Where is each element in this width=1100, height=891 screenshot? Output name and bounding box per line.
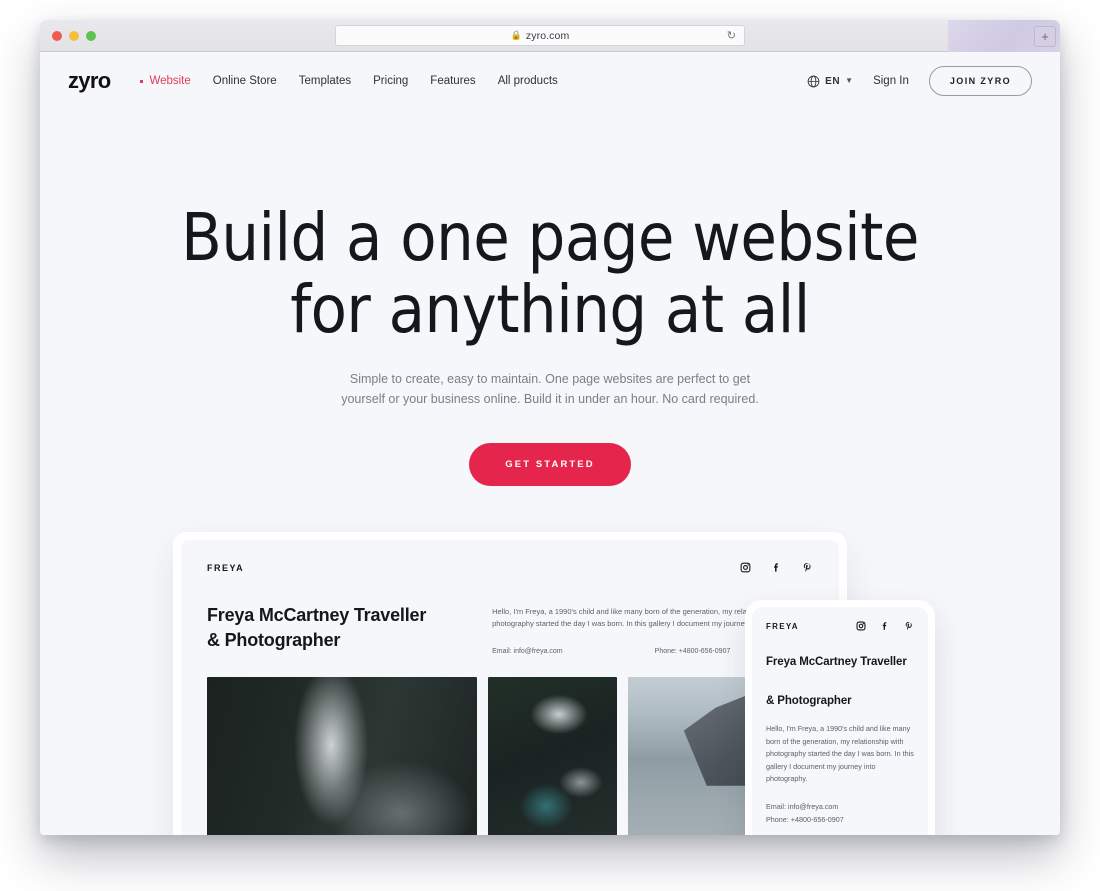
mobile-phone: Phone: +4800-656-0907 — [766, 814, 844, 824]
preview-phone: Phone: +4800-656-0907 — [654, 648, 731, 655]
minimize-window-button[interactable] — [69, 31, 79, 41]
reload-icon[interactable]: ↻ — [727, 30, 736, 43]
instagram-icon[interactable] — [740, 562, 751, 573]
mobile-contact-block: Email: info@freya.com Phone: +4800-656-0… — [766, 800, 914, 826]
get-started-button[interactable]: GET STARTED — [469, 443, 631, 486]
join-zyro-button[interactable]: JOIN ZYRO — [928, 66, 1032, 96]
nav-item-website-label: Website — [149, 75, 191, 87]
hero-heading: Build a one page website for anything at… — [40, 202, 1060, 346]
nav-item-features[interactable]: Features — [430, 75, 475, 87]
nav-item-online-store[interactable]: Online Store — [213, 75, 277, 87]
url-text: zyro.com — [525, 29, 570, 42]
zyro-logo[interactable]: zyro — [68, 70, 111, 92]
preview-title-line2: & Photographer — [207, 630, 341, 650]
browser-chrome: 🔒 zyro.com ↻ + — [40, 20, 1060, 52]
preview-title-block: Freya McCartney Traveller & Photographer — [207, 603, 484, 655]
mobile-site-logo: FREYA — [766, 621, 799, 631]
site-navbar: zyro Website Online Store Templates Pric… — [40, 52, 1060, 110]
nav-links: Website Online Store Templates Pricing F… — [140, 75, 558, 87]
language-label: EN — [825, 75, 841, 87]
pinterest-icon[interactable] — [802, 562, 813, 573]
mobile-title-line1: Freya McCartney Traveller — [766, 656, 907, 668]
mobile-social-links — [856, 621, 914, 631]
address-bar[interactable]: 🔒 zyro.com ↻ — [335, 25, 745, 46]
preview-email: Email: info@freya.com — [492, 648, 563, 655]
chevron-down-icon: ▼ — [845, 76, 854, 85]
language-selector[interactable]: EN ▼ — [807, 75, 853, 88]
template-preview-area: FREYA Freya McCartney Traveller & Photog… — [40, 532, 1060, 835]
close-window-button[interactable] — [52, 31, 62, 41]
hero-subtitle: Simple to create, easy to maintain. One … — [341, 372, 759, 406]
mobile-preview-card[interactable]: FREYA Freya McCartney Traveller & Photog… — [745, 600, 935, 835]
preview-site-header: FREYA — [207, 562, 813, 573]
nav-item-all-products[interactable]: All products — [498, 75, 558, 87]
gallery-photo-turquoise-surf — [487, 677, 618, 835]
preview-social-links — [740, 562, 813, 573]
mobile-preview-inner: FREYA Freya McCartney Traveller & Photog… — [752, 607, 928, 835]
hero-section: Build a one page website for anything at… — [40, 110, 1060, 486]
hero-heading-line2: for anything at all — [290, 271, 810, 348]
mobile-paragraph: Hello, I'm Freya, a 1990's child and lik… — [766, 724, 914, 784]
preview-photo-gallery — [207, 677, 813, 835]
globe-icon — [807, 75, 820, 87]
nav-item-templates[interactable]: Templates — [299, 75, 351, 87]
browser-window: 🔒 zyro.com ↻ + zyro Website Online Store… — [40, 20, 1060, 835]
preview-site-logo: FREYA — [207, 562, 245, 573]
lock-icon: 🔒 — [510, 30, 522, 40]
mobile-site-header: FREYA — [766, 621, 914, 631]
new-tab-button[interactable]: + — [1034, 26, 1056, 47]
window-controls[interactable] — [52, 31, 96, 41]
hero-cta-wrapper: GET STARTED — [40, 443, 1060, 486]
pinterest-icon[interactable] — [904, 621, 914, 631]
facebook-icon[interactable] — [880, 621, 890, 631]
page-content: zyro Website Online Store Templates Pric… — [40, 52, 1060, 835]
preview-title-line1: Freya McCartney Traveller — [207, 605, 427, 625]
preview-site-body: Freya McCartney Traveller & Photographer… — [207, 603, 813, 655]
sign-in-link[interactable]: Sign In — [873, 75, 909, 87]
hero-heading-line1: Build a one page website — [181, 199, 919, 276]
desktop-preview-inner: FREYA Freya McCartney Traveller & Photog… — [181, 540, 839, 835]
mobile-title-line2: & Photographer — [766, 695, 852, 707]
navbar-actions: EN ▼ Sign In JOIN ZYRO — [807, 66, 1032, 96]
facebook-icon[interactable] — [771, 562, 782, 573]
maximize-window-button[interactable] — [86, 31, 96, 41]
instagram-icon[interactable] — [856, 621, 866, 631]
active-dot-icon — [140, 79, 144, 83]
nav-item-pricing[interactable]: Pricing — [373, 75, 408, 87]
gallery-photo-ocean-waves-dark — [207, 677, 477, 835]
mobile-email: Email: info@freya.com — [766, 801, 839, 811]
nav-item-website[interactable]: Website — [140, 75, 191, 87]
